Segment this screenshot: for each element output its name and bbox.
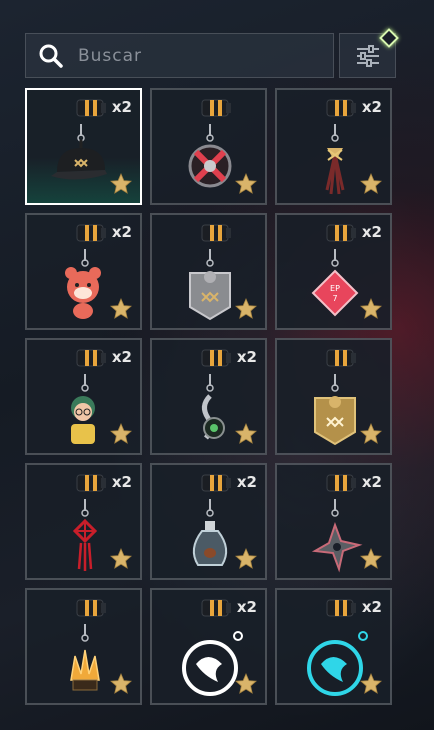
item-count: x2 — [361, 473, 382, 491]
tag-icon — [201, 474, 231, 492]
charm-green-hook[interactable]: x2 — [150, 338, 267, 455]
charm-gold-shield[interactable] — [275, 338, 392, 455]
item-count: x2 — [361, 223, 382, 241]
tag-icon — [76, 99, 106, 117]
tag-icon — [201, 599, 231, 617]
search-bar[interactable] — [25, 33, 334, 78]
tag-icon — [326, 99, 356, 117]
star-icon[interactable] — [360, 173, 382, 195]
search-icon — [39, 44, 63, 68]
sliders-icon — [356, 44, 379, 67]
item-count: x2 — [111, 348, 132, 366]
charm-red-knot[interactable]: x2 — [25, 463, 142, 580]
charm-silver-shield[interactable] — [150, 213, 267, 330]
tag-icon — [76, 349, 106, 367]
star-icon[interactable] — [360, 423, 382, 445]
item-count: x2 — [361, 598, 382, 616]
star-icon[interactable] — [110, 298, 132, 320]
charm-glass-bottle[interactable]: x2 — [150, 463, 267, 580]
filter-active-indicator — [379, 28, 399, 48]
star-icon[interactable] — [360, 673, 382, 695]
star-icon[interactable] — [235, 548, 257, 570]
tag-icon — [76, 599, 106, 617]
item-count: x2 — [236, 473, 257, 491]
charm-cyan-dragon-ring[interactable]: x2 — [275, 588, 392, 705]
charm-golden-crystal[interactable] — [25, 588, 142, 705]
charm-hooded-figure[interactable]: x2 — [25, 338, 142, 455]
tag-icon — [76, 474, 106, 492]
star-icon[interactable] — [110, 548, 132, 570]
tag-icon — [326, 349, 356, 367]
star-icon[interactable] — [235, 298, 257, 320]
star-icon[interactable] — [235, 423, 257, 445]
star-icon[interactable] — [360, 298, 382, 320]
star-icon[interactable] — [110, 673, 132, 695]
svg-text:7: 7 — [332, 294, 337, 303]
item-count: x2 — [111, 98, 132, 116]
star-icon[interactable] — [235, 673, 257, 695]
charm-cap[interactable]: x2 — [25, 88, 142, 205]
filter-button[interactable] — [339, 28, 399, 78]
tag-icon — [201, 99, 231, 117]
search-input[interactable] — [76, 44, 320, 67]
tag-icon — [326, 599, 356, 617]
charm-red-panda[interactable]: x2 — [25, 213, 142, 330]
tag-icon — [76, 224, 106, 242]
star-icon[interactable] — [360, 548, 382, 570]
item-count: x2 — [111, 223, 132, 241]
tag-icon — [201, 349, 231, 367]
item-count: x2 — [236, 598, 257, 616]
star-icon[interactable] — [110, 173, 132, 195]
item-count: x2 — [361, 98, 382, 116]
charm-white-dragon-ring[interactable]: x2 — [150, 588, 267, 705]
charm-shuriken[interactable]: x2 — [275, 463, 392, 580]
charm-braided-tassel[interactable]: x2 — [275, 88, 392, 205]
tag-icon — [201, 224, 231, 242]
star-icon[interactable] — [235, 173, 257, 195]
svg-text:EP: EP — [330, 284, 340, 293]
tag-icon — [326, 224, 356, 242]
tag-icon — [326, 474, 356, 492]
item-count: x2 — [236, 348, 257, 366]
star-icon[interactable] — [110, 423, 132, 445]
item-count: x2 — [111, 473, 132, 491]
charm-pink-diamond[interactable]: EP 7 x2 — [275, 213, 392, 330]
charm-red-emblem[interactable] — [150, 88, 267, 205]
